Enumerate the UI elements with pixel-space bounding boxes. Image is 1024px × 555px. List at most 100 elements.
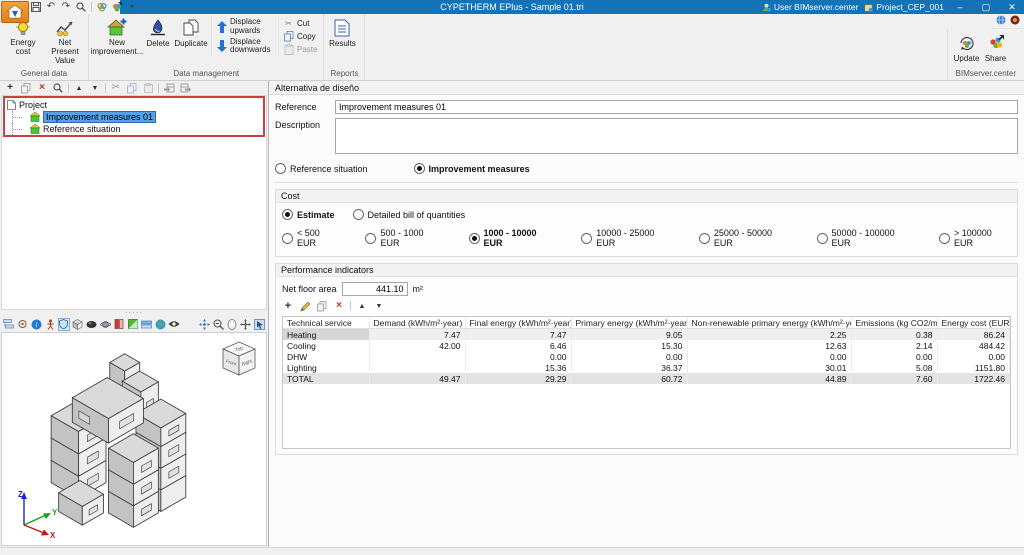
- help-icon[interactable]: [1010, 15, 1020, 27]
- duplicate-button[interactable]: Duplicate: [173, 16, 209, 48]
- table-row-lighting[interactable]: Lighting 15.36 36.37 30.01 5.08 1151.80: [283, 362, 1010, 373]
- search-tree-icon[interactable]: [52, 82, 64, 94]
- cell-value[interactable]: 0.00: [851, 351, 938, 362]
- tree-node-project[interactable]: Project: [7, 99, 261, 111]
- close-button[interactable]: ✕: [1002, 2, 1022, 13]
- slabs-visibility-icon[interactable]: [141, 318, 153, 331]
- cell-value[interactable]: 15.30: [571, 340, 688, 351]
- shading-icon[interactable]: [86, 318, 98, 331]
- radio-range-3[interactable]: 10000 - 25000 EUR: [581, 228, 673, 248]
- delete-row-icon[interactable]: ×: [333, 300, 345, 312]
- radio-range-2[interactable]: 1000 - 10000 EUR: [468, 228, 556, 248]
- cell-value[interactable]: 9.05: [571, 328, 688, 340]
- web-icon[interactable]: [996, 15, 1006, 27]
- cell-value[interactable]: 49.47: [369, 373, 466, 384]
- orbit-icon[interactable]: [99, 318, 111, 331]
- cut-tree-icon[interactable]: ✂: [110, 82, 122, 94]
- rotate-cube-icon[interactable]: [72, 318, 84, 331]
- add-row-icon[interactable]: +: [282, 300, 294, 312]
- scene-tree-icon[interactable]: [3, 318, 15, 331]
- col-non-renewable[interactable]: Non-renewable primary energy (kWh/m²·yea…: [687, 317, 852, 329]
- cell-value[interactable]: 0.00: [465, 351, 572, 362]
- bimserver-sync-icon[interactable]: [111, 1, 123, 13]
- walls-visibility-icon[interactable]: [113, 318, 125, 331]
- cell-value[interactable]: 12.63: [687, 340, 852, 351]
- net-present-value-button[interactable]: Net Present Value: [44, 16, 86, 65]
- displace-downwards-button[interactable]: Displace downwards: [214, 37, 276, 57]
- description-input[interactable]: [335, 118, 1018, 154]
- copy-tree-icon[interactable]: [126, 82, 138, 94]
- copy-row-icon[interactable]: [316, 300, 328, 312]
- col-technical-service[interactable]: Technical service: [283, 317, 370, 329]
- radio-range-5[interactable]: 50000 - 100000 EUR: [816, 228, 913, 248]
- delete-item-icon[interactable]: ×: [36, 82, 48, 94]
- orbit-sphere-icon[interactable]: [226, 318, 238, 331]
- cell-value[interactable]: [369, 351, 466, 362]
- cell-value[interactable]: 2.25: [687, 328, 852, 340]
- cell-value[interactable]: 0.00: [937, 351, 1010, 362]
- add-icon[interactable]: +: [4, 82, 16, 94]
- viewport-3d[interactable]: Z Y X Top Front Right: [1, 332, 267, 546]
- bimserver-connect-icon[interactable]: [96, 1, 108, 13]
- table-row-cooling[interactable]: Cooling 42.00 6.46 15.30 12.63 2.14 484.…: [283, 340, 1010, 351]
- windows-visibility-icon[interactable]: [127, 318, 139, 331]
- cell-value[interactable]: 6.46: [465, 340, 572, 351]
- cell-value[interactable]: 7.47: [369, 328, 466, 340]
- maximize-button[interactable]: ▢: [976, 2, 996, 13]
- displace-upwards-button[interactable]: Displace upwards: [214, 17, 276, 37]
- cell-value[interactable]: 1151.80: [937, 362, 1010, 373]
- col-demand[interactable]: Demand (kWh/m²·year): [369, 317, 466, 329]
- move-up-icon[interactable]: ▲: [73, 82, 85, 94]
- import-branch-icon[interactable]: [163, 82, 175, 94]
- cell-value[interactable]: 484.42: [937, 340, 1010, 351]
- table-row-total[interactable]: TOTAL 49.47 29.29 60.72 44.89 7.60 1722.…: [283, 373, 1010, 384]
- zoom-window-icon[interactable]: [212, 318, 224, 331]
- copy-button[interactable]: Copy: [281, 30, 319, 43]
- bimserver-user-chip[interactable]: User BIMserver.center: [762, 2, 858, 12]
- visibility-eye-icon[interactable]: [168, 318, 180, 331]
- redo-icon[interactable]: ↷: [60, 1, 72, 13]
- minimize-button[interactable]: –: [950, 2, 970, 12]
- edit-row-icon[interactable]: [299, 300, 311, 312]
- cell-value[interactable]: 0.38: [851, 328, 938, 340]
- share-button[interactable]: Share: [982, 31, 1010, 63]
- col-final-energy[interactable]: Final energy (kWh/m²·year): [465, 317, 572, 329]
- cell-value[interactable]: 1722.46: [937, 373, 1010, 384]
- duplicate-item-icon[interactable]: [20, 82, 32, 94]
- table-row-dhw[interactable]: DHW 0.00 0.00 0.00 0.00 0.00: [283, 351, 1010, 362]
- new-improvement-button[interactable]: New improvement...: [91, 16, 143, 57]
- cell-service[interactable]: Lighting: [283, 362, 370, 373]
- cell-value[interactable]: 7.60: [851, 373, 938, 384]
- delete-button[interactable]: Delete: [143, 16, 173, 48]
- cell-value[interactable]: 15.36: [465, 362, 572, 373]
- cell-value[interactable]: 30.01: [687, 362, 852, 373]
- table-row-heating[interactable]: Heating 7.47 7.47 9.05 2.25 0.38 86.24: [283, 328, 1010, 340]
- row-down-icon[interactable]: ▼: [373, 300, 385, 312]
- cell-value[interactable]: 29.29: [465, 373, 572, 384]
- reference-input[interactable]: [335, 100, 1018, 114]
- select-view-icon[interactable]: [253, 318, 265, 331]
- camera-icon[interactable]: [17, 318, 29, 331]
- save-icon[interactable]: [30, 1, 42, 13]
- cell-service[interactable]: Cooling: [283, 340, 370, 351]
- bimserver-project-chip[interactable]: Project_CEP_001: [864, 2, 944, 12]
- globe-icon[interactable]: [154, 318, 166, 331]
- export-branch-icon[interactable]: [179, 82, 191, 94]
- cell-value[interactable]: 36.37: [571, 362, 688, 373]
- cell-value[interactable]: 2.14: [851, 340, 938, 351]
- cell-value[interactable]: 60.72: [571, 373, 688, 384]
- cell-value[interactable]: 0.00: [687, 351, 852, 362]
- col-emissions[interactable]: Emissions (kg CO2/m²·year): [851, 317, 938, 329]
- update-button[interactable]: Update: [952, 31, 982, 63]
- radio-range-0[interactable]: < 500 EUR: [282, 228, 339, 248]
- cell-service[interactable]: Heating: [283, 328, 370, 340]
- paste-tree-icon[interactable]: [142, 82, 154, 94]
- radio-range-1[interactable]: 500 - 1000 EUR: [365, 228, 442, 248]
- col-energy-cost[interactable]: Energy cost (EUR / year): [937, 317, 1010, 329]
- undo-icon[interactable]: ↶: [45, 1, 57, 13]
- radio-reference-situation[interactable]: Reference situation: [275, 163, 368, 174]
- radio-improvement-measures[interactable]: Improvement measures: [413, 163, 530, 174]
- search-icon[interactable]: [75, 1, 87, 13]
- tree-node-reference[interactable]: Reference situation: [7, 123, 261, 135]
- move-down-icon[interactable]: ▼: [89, 82, 101, 94]
